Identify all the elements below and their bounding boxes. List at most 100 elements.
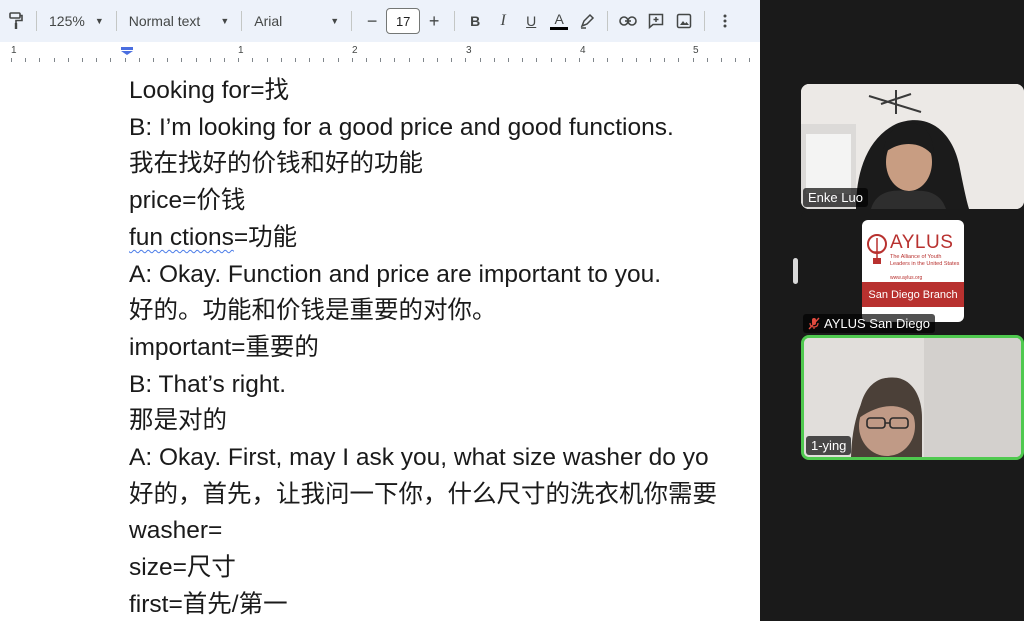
aylus-branch-banner: San Diego Branch [862,282,964,307]
ruler-tick [39,58,40,62]
ruler-tick [536,58,537,62]
ruler-tick [309,58,310,62]
aylus-logo-subtitle: The Alliance of Youth Leaders in the Uni… [890,254,960,267]
highlight-color-button[interactable] [573,7,601,35]
insert-image-button[interactable] [670,7,698,35]
ruler-tick [693,58,694,62]
indent-marker-icon[interactable] [121,47,133,55]
participant-name-tag: 1-ying [806,436,852,455]
document-line[interactable]: 那是对的 [129,406,227,436]
chevron-down-icon: ▼ [220,16,230,26]
document-line[interactable]: B: That’s right. [129,370,286,400]
link-icon [619,16,637,26]
lightbulb-logo-icon [867,234,887,264]
minus-icon: − [366,10,378,31]
ruler-tick [579,58,580,62]
ruler-tick [54,58,55,62]
mic-muted-icon [808,317,820,330]
toolbar-divider [241,11,243,31]
document-line[interactable]: B: I’m looking for a good price and good… [129,113,674,143]
paragraph-style-select[interactable]: Normal text ▼ [123,7,236,35]
ruler-tick [295,58,296,62]
ruler-tick [125,58,126,62]
insert-link-button[interactable] [614,7,642,35]
ruler-tick [252,58,253,62]
zoom-select[interactable]: 125% ▼ [43,7,110,35]
ruler-number: 3 [466,45,472,56]
ruler-tick [465,58,466,62]
document-line[interactable]: fun ctions=功能 [129,223,297,253]
text-color-button[interactable]: A [545,7,573,35]
document-line[interactable]: price=价钱 [129,186,245,216]
ruler-tick [423,58,424,62]
zoom-value: 125% [49,13,85,29]
document-line[interactable]: washer= [129,516,222,546]
underline-button[interactable]: U [517,7,545,35]
ruler-tick [394,58,395,62]
text-color-icon: A [554,11,564,27]
aylus-logo-title: AYLUS [890,232,954,253]
paragraph-style-value: Normal text [128,13,201,29]
ruler-tick [409,58,410,62]
ruler-tick [139,58,140,62]
document-line[interactable]: Looking for=找 [129,76,289,106]
ruler-tick [68,58,69,62]
ruler-tick [721,58,722,62]
horizontal-ruler[interactable]: 1 1 2 3 4 5 [0,42,760,65]
ruler-tick [110,58,111,62]
more-options-button[interactable] [711,7,739,35]
document-line[interactable]: 好的。功能和价钱是重要的对你。 [129,296,497,326]
bold-icon: B [470,13,481,29]
ruler-tick [25,58,26,62]
ruler-tick [664,58,665,62]
ruler-tick [593,58,594,62]
document-line[interactable]: size=尺寸 [129,553,236,583]
participant-name: Enke Luo [808,190,863,205]
ruler-tick [551,58,552,62]
document-line[interactable]: A: Okay. Function and price are importan… [129,260,661,290]
participant-tile-enke-luo[interactable]: Enke Luo [801,84,1024,209]
ruler-tick [678,58,679,62]
ruler-tick [323,58,324,62]
ruler-tick [749,58,750,62]
ruler-tick [210,58,211,62]
participant-name-tag: AYLUS San Diego [803,314,935,333]
ruler-tick [480,58,481,62]
participant-tile-aylus-san-diego[interactable]: AYLUS The Alliance of Youth Leaders in t… [801,210,1024,335]
document-page[interactable]: Looking for=找 B: I’m looking for a good p… [0,64,760,621]
add-comment-icon [648,13,664,29]
ruler-tick [167,58,168,62]
font-size-input[interactable]: 17 [386,7,421,35]
italic-icon: I [500,12,506,29]
participant-name-tag: Enke Luo [803,188,868,207]
insert-comment-button[interactable] [642,7,670,35]
google-docs-window: 125% ▼ Normal text ▼ Arial ▼ − 17 + B I [0,0,760,621]
aylus-logo: AYLUS The Alliance of Youth Leaders in t… [862,220,964,322]
ruler-tick [281,58,282,62]
ruler-tick [11,58,12,62]
paint-format-icon[interactable] [2,7,30,35]
spellcheck-underlined-word[interactable]: fun ctions [129,224,234,251]
panel-resize-handle[interactable] [793,258,798,284]
chevron-down-icon: ▼ [94,16,104,26]
docs-toolbar: 125% ▼ Normal text ▼ Arial ▼ − 17 + B I [0,0,760,42]
increase-font-size-button[interactable]: + [420,7,448,35]
decrease-font-size-button[interactable]: − [358,7,386,35]
participant-tile-1-ying[interactable]: 1-ying [801,335,1024,460]
ruler-tick [607,58,608,62]
font-family-select[interactable]: Arial ▼ [248,7,345,35]
document-line[interactable]: first=首先/第一 [129,590,288,620]
font-family-value: Arial [254,13,283,29]
document-line[interactable]: important=重要的 [129,333,319,363]
italic-button[interactable]: I [489,7,517,35]
ruler-tick [352,58,353,62]
ruler-tick [224,58,225,62]
document-line[interactable]: 好的，首先，让我问一下你，什么尺寸的洗衣机你需要 [129,480,717,510]
bold-button[interactable]: B [461,7,489,35]
ruler-tick [366,58,367,62]
document-line[interactable]: A: Okay. First, may I ask you, what size… [129,443,709,473]
ruler-tick [636,58,637,62]
ruler-number: 2 [352,45,358,56]
document-line[interactable]: 我在找好的价钱和好的功能 [129,149,423,179]
ruler-tick [96,58,97,62]
